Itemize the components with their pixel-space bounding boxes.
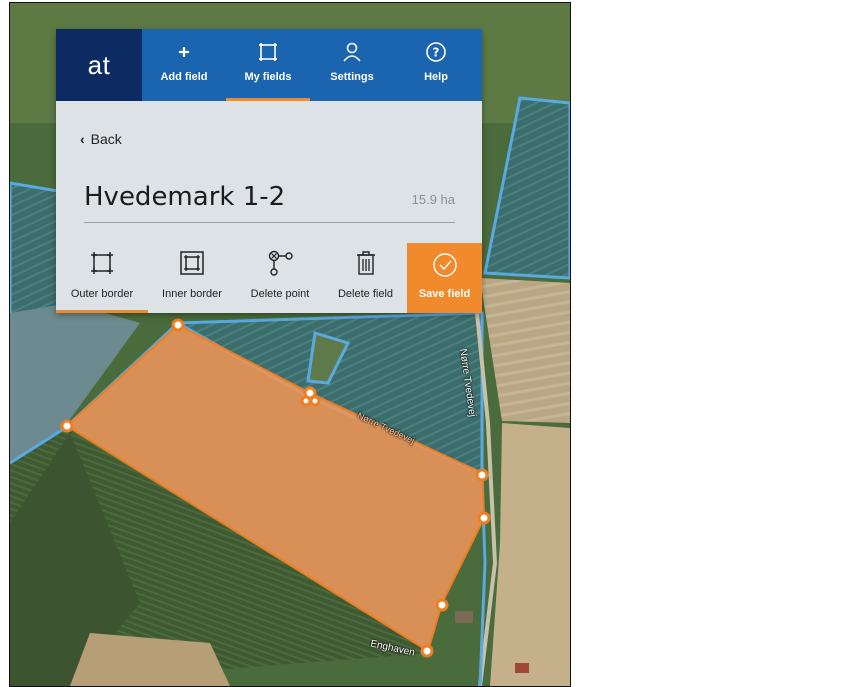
outer-border-button[interactable]: Outer border (56, 243, 148, 313)
field-name: Hvedemark 1-2 (84, 182, 286, 212)
user-icon (310, 41, 394, 63)
nav-my-fields[interactable]: My fields (226, 29, 310, 101)
nav-label: Help (424, 71, 448, 83)
nav-label: My fields (244, 71, 292, 83)
trash-icon (324, 249, 407, 277)
nav-label: Add field (160, 71, 208, 83)
plus-icon (142, 41, 226, 63)
divider (84, 222, 455, 223)
nav-help[interactable]: ? Help (394, 29, 478, 101)
delete-point-icon (236, 249, 324, 277)
chevron-left-icon: ‹ (80, 131, 85, 147)
outer-border-icon (56, 249, 148, 277)
inner-border-button[interactable]: Inner border (148, 243, 236, 313)
save-label: Save field (418, 288, 471, 300)
inner-border-icon (148, 249, 236, 277)
top-navigation: at Add field My fields Settings ? Help (56, 29, 482, 101)
help-icon: ? (394, 41, 478, 63)
field-edit-panel: at Add field My fields Settings ? Help ‹… (56, 29, 482, 313)
delete-field-button[interactable]: Delete field (324, 243, 407, 313)
delete-point-button[interactable]: Delete point (236, 243, 324, 313)
field-area: 15.9 ha (411, 192, 455, 207)
check-circle-icon (407, 251, 482, 279)
back-button[interactable]: ‹ Back (80, 131, 122, 147)
app-frame: Nørre Tvedevej Enghaven Nørre Tvedevej a… (9, 2, 571, 687)
tool-label: Delete field (337, 288, 394, 300)
svg-text:?: ? (433, 46, 440, 60)
nav-add-field[interactable]: Add field (142, 29, 226, 101)
tool-label: Inner border (162, 288, 222, 300)
save-field-button[interactable]: Save field (407, 243, 482, 313)
nav-settings[interactable]: Settings (310, 29, 394, 101)
tool-label: Outer border (70, 288, 134, 300)
tool-label: Delete point (250, 288, 310, 300)
field-square-icon (226, 41, 310, 63)
back-label: Back (90, 131, 122, 147)
nav-label: Settings (330, 71, 374, 83)
app-logo[interactable]: at (56, 29, 142, 101)
